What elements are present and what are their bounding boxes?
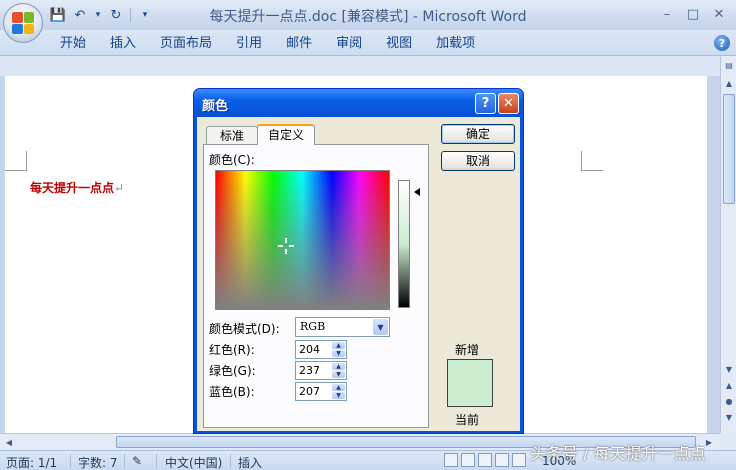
chevron-down-icon[interactable]: ▼	[373, 319, 388, 335]
web-layout-icon[interactable]	[478, 453, 492, 467]
current-color-label: 当前	[455, 413, 480, 427]
insert-mode[interactable]: 插入	[238, 454, 262, 470]
document-text[interactable]: 每天提升一点点↵	[30, 179, 124, 196]
page-count[interactable]: 页面: 1/1	[6, 454, 57, 470]
scroll-up-icon[interactable]: ▲	[722, 76, 736, 90]
blue-value: 207	[299, 385, 320, 398]
green-spinner[interactable]: 237 ▲ ▼	[295, 361, 347, 380]
spin-up-icon[interactable]: ▲	[332, 363, 345, 370]
status-divider	[156, 454, 157, 468]
ok-button[interactable]: 确定	[441, 124, 515, 144]
scroll-down-icon[interactable]: ▼	[722, 362, 736, 376]
dialog-title: 颜色	[202, 99, 229, 114]
red-label: 红色(R):	[209, 343, 255, 357]
color-spectrum[interactable]	[215, 170, 390, 310]
ruler-strip	[0, 56, 720, 76]
status-divider	[230, 454, 231, 468]
language-indicator[interactable]: 中文(中国)	[165, 454, 222, 470]
spin-up-icon[interactable]: ▲	[332, 342, 345, 349]
window-controls: – □ ✕	[654, 4, 732, 24]
tab-standard[interactable]: 标准	[206, 126, 258, 144]
color-model-value: RGB	[300, 320, 326, 333]
previous-page-icon[interactable]: ▲	[722, 378, 736, 392]
spin-buttons: ▲ ▼	[332, 363, 345, 378]
tab-review[interactable]: 审阅	[324, 34, 374, 54]
title-bar: 💾 ↶ ▾ ↻ ▾ 每天提升一点点.doc [兼容模式] - Microsoft…	[0, 0, 736, 30]
paragraph-mark: ↵	[114, 181, 125, 195]
blue-spinner[interactable]: 207 ▲ ▼	[295, 382, 347, 401]
cancel-button[interactable]: 取消	[441, 151, 515, 171]
color-model-select[interactable]: RGB ▼	[295, 317, 390, 337]
watermark: 头条号 / 每天提升一点点	[530, 444, 706, 463]
dialog-close-button[interactable]: ✕	[498, 93, 519, 114]
tab-add-ins[interactable]: 加载项	[424, 34, 487, 54]
print-layout-view-icon[interactable]	[444, 453, 458, 467]
green-value: 237	[299, 364, 320, 377]
color-preview	[447, 359, 493, 407]
status-divider	[124, 454, 125, 468]
new-color-swatch	[448, 360, 492, 383]
crop-mark	[581, 151, 603, 171]
spin-up-icon[interactable]: ▲	[332, 384, 345, 391]
maximize-button[interactable]: □	[680, 4, 706, 24]
dialog-body: 标准 自定义 颜色(C): 颜色模式(D): RGB ▼ 红色(R): 204 …	[197, 117, 520, 431]
spin-down-icon[interactable]: ▼	[332, 371, 345, 378]
window-title: 每天提升一点点.doc [兼容模式] - Microsoft Word	[209, 9, 527, 25]
blue-label: 蓝色(B):	[209, 385, 255, 399]
tab-view[interactable]: 视图	[374, 34, 424, 54]
dialog-title-bar[interactable]: 颜色 ? ✕	[194, 89, 523, 117]
word-count[interactable]: 字数: 7	[78, 454, 118, 470]
tab-home[interactable]: 开始	[48, 34, 98, 54]
green-label: 绿色(G):	[209, 364, 256, 378]
view-buttons	[444, 453, 526, 467]
office-logo-icon	[12, 12, 34, 34]
spin-buttons: ▲ ▼	[332, 384, 345, 399]
document-text-content: 每天提升一点点	[30, 181, 115, 195]
spin-down-icon[interactable]: ▼	[332, 392, 345, 399]
outline-view-icon[interactable]	[495, 453, 509, 467]
crosshair-icon	[278, 238, 294, 254]
tab-page-layout[interactable]: 页面布局	[148, 34, 224, 54]
ruler-toggle-icon[interactable]: ▤	[722, 58, 736, 72]
dialog-help-button[interactable]: ?	[475, 93, 496, 114]
next-page-icon[interactable]: ▼	[722, 410, 736, 424]
close-button[interactable]: ✕	[706, 4, 732, 24]
new-color-label: 新增	[455, 343, 480, 357]
tab-custom[interactable]: 自定义	[257, 124, 315, 145]
red-spinner[interactable]: 204 ▲ ▼	[295, 340, 347, 359]
tab-insert[interactable]: 插入	[98, 34, 148, 54]
office-button[interactable]	[3, 3, 43, 43]
vertical-scrollbar[interactable]: ▤ ▲ ▼ ▲ ● ▼	[720, 56, 736, 433]
proofing-icon[interactable]: ✎	[132, 454, 142, 468]
tab-references[interactable]: 引用	[224, 34, 274, 54]
help-icon[interactable]: ?	[714, 35, 730, 51]
ribbon: 开始 插入 页面布局 引用 邮件 审阅 视图 加载项 ?	[0, 30, 736, 56]
minimize-button[interactable]: –	[654, 4, 680, 24]
status-divider	[70, 454, 71, 468]
red-value: 204	[299, 343, 320, 356]
luminance-arrow-icon[interactable]	[414, 188, 420, 196]
colors-label: 颜色(C):	[209, 153, 255, 167]
color-model-label: 颜色模式(D):	[209, 322, 280, 336]
scroll-left-icon[interactable]: ◀	[2, 436, 16, 449]
full-screen-reading-icon[interactable]	[461, 453, 475, 467]
spin-buttons: ▲ ▼	[332, 342, 345, 357]
browse-object-icon[interactable]: ●	[722, 394, 736, 408]
vertical-scroll-thumb[interactable]	[723, 94, 735, 204]
spin-down-icon[interactable]: ▼	[332, 350, 345, 357]
ribbon-tabs: 开始 插入 页面布局 引用 邮件 审阅 视图 加载项	[48, 34, 487, 54]
draft-view-icon[interactable]	[512, 453, 526, 467]
color-dialog: 颜色 ? ✕ 标准 自定义 颜色(C): 颜色模式(D): RGB ▼ 红色(R…	[193, 88, 524, 434]
luminance-slider[interactable]	[398, 180, 410, 308]
crop-mark	[5, 151, 27, 171]
tab-mailings[interactable]: 邮件	[274, 34, 324, 54]
current-color-swatch	[448, 383, 492, 406]
custom-tab-panel: 颜色(C): 颜色模式(D): RGB ▼ 红色(R): 204 ▲ ▼ 绿色(…	[203, 144, 429, 428]
